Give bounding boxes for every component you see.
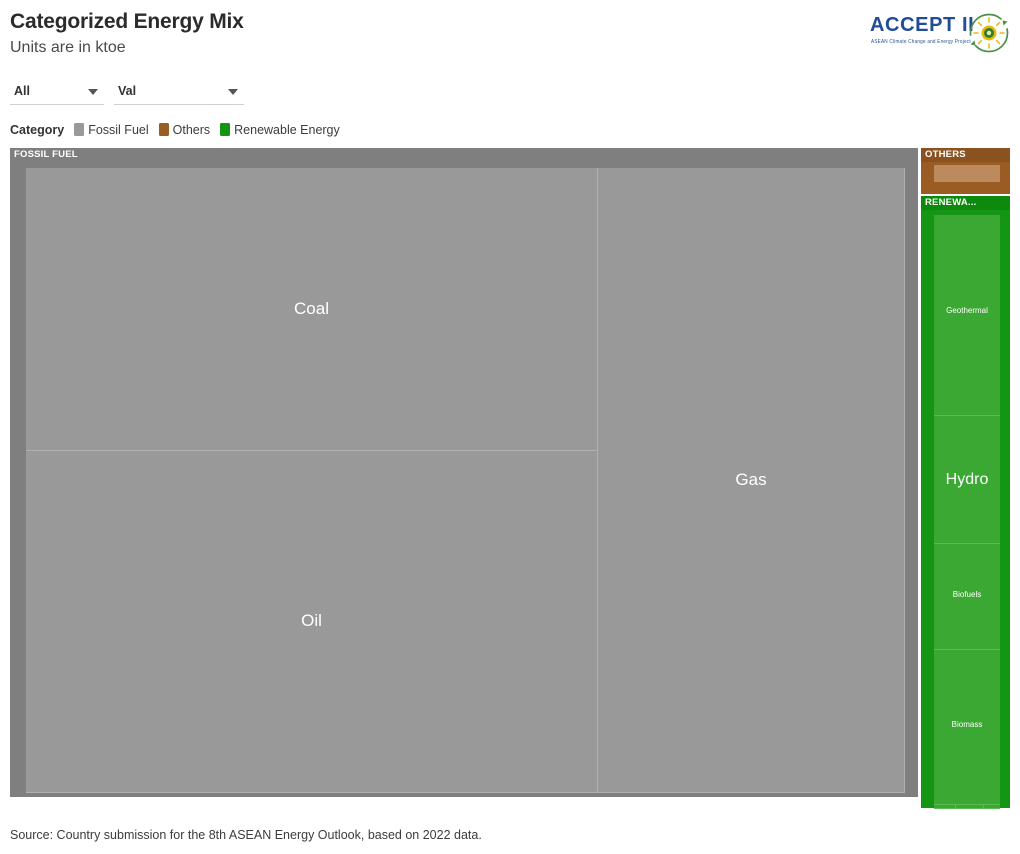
- legend-label-others: Others: [172, 122, 211, 137]
- category-legend: Category Fossil Fuel Others Renewable En…: [10, 122, 350, 137]
- treemap-tile-hydro[interactable]: Hydro: [934, 416, 1000, 544]
- logo-wordmark: ACCEPT II: [870, 14, 975, 36]
- treemap-group-fossil-fuel: FOSSIL FUEL Coal Oil Gas: [10, 148, 918, 797]
- legend-item-others[interactable]: Others: [158, 122, 211, 137]
- treemap-tile-label-coal: Coal: [294, 300, 329, 318]
- accept-ii-logo: ACCEPT II ASEAN Climate Change and Energ…: [870, 12, 1010, 56]
- header: Categorized Energy Mix Units are in ktoe…: [0, 0, 1020, 140]
- treemap-tile-gas[interactable]: Gas: [598, 168, 905, 793]
- treemap-group-renewable-energy: RENEWA... Geothermal Hydro Biofuels Biom…: [921, 196, 1010, 809]
- legend-item-renewable-energy[interactable]: Renewable Energy: [220, 123, 340, 137]
- legend-item-fossil-fuel[interactable]: Fossil Fuel: [74, 122, 149, 137]
- treemap-tile-label-oil: Oil: [301, 612, 322, 630]
- treemap-group-others: OTHERS: [921, 148, 1010, 194]
- country-filter-value: All: [14, 84, 30, 98]
- treemap-tile-label-biofuels: Biofuels: [952, 591, 982, 599]
- treemap-tile-label-hydro: Hydro: [945, 471, 989, 488]
- chevron-down-icon: [88, 89, 98, 95]
- logo-tagline: ASEAN Climate Change and Energy Project: [871, 38, 971, 45]
- chevron-down-icon: [228, 89, 238, 95]
- treemap-group-header-others: OTHERS: [921, 148, 1010, 162]
- legend-label-renewable-energy: Renewable Energy: [234, 122, 340, 137]
- treemap-tile-coal[interactable]: Coal: [26, 168, 598, 451]
- treemap-tile-sliver-2[interactable]: [956, 805, 984, 809]
- value-filter-value: Val: [118, 84, 137, 98]
- source-note: Source: Country submission for the 8th A…: [10, 828, 482, 842]
- value-filter-dropdown[interactable]: Val: [114, 80, 244, 105]
- legend-title: Category: [10, 122, 65, 137]
- legend-swatch-fossil-fuel: [74, 123, 85, 136]
- treemap-tile-geothermal[interactable]: Geothermal: [934, 215, 1000, 416]
- legend-label-fossil-fuel: Fossil Fuel: [88, 122, 149, 137]
- page-title: Categorized Energy Mix: [10, 10, 244, 33]
- treemap-tile-label-geothermal: Geothermal: [946, 307, 988, 315]
- treemap-tile-sliver-3[interactable]: [984, 805, 1000, 809]
- country-filter-dropdown[interactable]: All: [10, 80, 104, 105]
- treemap-tile-others-item[interactable]: [934, 165, 1000, 182]
- circular-recycle-sun-icon: [969, 13, 1009, 53]
- treemap-tile-sliver-1[interactable]: [934, 805, 956, 809]
- treemap-group-header-fossil-fuel: FOSSIL FUEL: [10, 148, 918, 162]
- treemap-tile-biofuels[interactable]: Biofuels: [934, 544, 1000, 650]
- treemap-tile-label-gas: Gas: [735, 471, 767, 489]
- treemap-group-header-renewable-energy: RENEWA...: [921, 196, 1010, 210]
- legend-swatch-renewable-energy: [220, 123, 231, 136]
- energy-mix-treemap: FOSSIL FUEL Coal Oil Gas OTHERS RENEWA..…: [10, 148, 1010, 810]
- treemap-tile-label-biomass: Biomass: [951, 721, 983, 729]
- page-subtitle: Units are in ktoe: [10, 39, 126, 56]
- treemap-tile-oil[interactable]: Oil: [26, 451, 598, 793]
- legend-swatch-others: [158, 123, 169, 136]
- treemap-tile-biomass[interactable]: Biomass: [934, 650, 1000, 805]
